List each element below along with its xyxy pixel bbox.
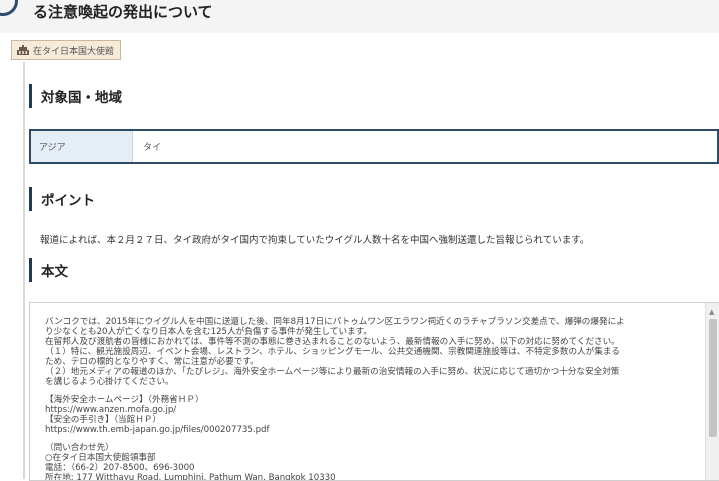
- title-circle-icon: [0, 0, 18, 16]
- building-icon: [16, 44, 30, 56]
- body-heading: 本文: [29, 258, 68, 282]
- point-text: 報道によれば、本２月２７日、タイ政府がタイ国内で拘束していたウイグル人数十名を中…: [40, 235, 590, 246]
- region-key: アジア: [31, 131, 132, 162]
- region-value: タイ: [132, 131, 717, 162]
- body-heading-text: 本文: [41, 264, 68, 280]
- body-line: （問い合わせ先）: [45, 443, 114, 453]
- heading-bar: [29, 258, 32, 282]
- body-line: を講じるよう心掛けてください。: [45, 377, 174, 387]
- region-table: アジア タイ: [29, 129, 719, 164]
- point-heading-text: ポイント: [41, 193, 95, 209]
- body-text-box[interactable]: バンコクでは、2015年にウイグル人を中国に送還した後、同年8月17日にパトゥム…: [29, 302, 719, 481]
- body-line: https://www.th.emb-japan.go.jp/files/000…: [45, 425, 270, 435]
- body-line: 【安全の手引き】（当館ＨＰ）: [45, 415, 162, 425]
- scroll-thumb[interactable]: [709, 319, 717, 437]
- left-divider: [23, 62, 25, 479]
- target-region-heading-text: 対象国・地域: [41, 90, 122, 106]
- body-line: ○在タイ日本国大使館領事部: [45, 453, 156, 463]
- page-title: る注意喚起の発出について: [33, 3, 213, 21]
- body-text: バンコクでは、2015年にウイグル人を中国に送還した後、同年8月17日にパトゥム…: [45, 317, 690, 481]
- body-line: 所在地: 177 Witthayu Road, Lumphini, Pathum…: [45, 473, 336, 481]
- heading-bar: [29, 187, 32, 211]
- scroll-up-arrow-icon[interactable]: ▲: [709, 309, 714, 316]
- body-line: バンコクでは、2015年にウイグル人を中国に送還した後、同年8月17日にパトゥム…: [45, 317, 625, 327]
- body-line: ため、テロの標的となりやすく、常に注意が必要です。: [45, 357, 259, 367]
- body-line: り少なくとも20人が亡くなり日本人を含む125人が負傷する事件が発生しています。: [45, 327, 373, 337]
- page-title-bar: る注意喚起の発出について: [0, 0, 719, 33]
- heading-bar: [29, 84, 32, 108]
- body-line: 在留邦人及び渡航者の皆様におかれては、事件等不測の事態に巻き込まれることのないよ…: [45, 337, 620, 347]
- point-heading: ポイント: [29, 187, 95, 211]
- body-line: 【海外安全ホームページ】（外務省ＨＰ）: [45, 395, 204, 405]
- body-line: https://www.anzen.mofa.go.jp/: [45, 405, 177, 415]
- body-line: 電話：（66-2）207-8500、696-3000: [45, 463, 195, 473]
- embassy-label: 在タイ日本国大使館: [33, 46, 115, 57]
- embassy-tag[interactable]: 在タイ日本国大使館: [11, 40, 122, 60]
- body-line: （２）地元メディアの報道のほか、「たびレジ」、海外安全ホームページ等により最新の…: [45, 367, 620, 377]
- target-region-heading: 対象国・地域: [29, 84, 122, 108]
- body-line: （１）特に、観光施設周辺、イベント会場、レストラン、ホテル、ショッピングモール、…: [45, 347, 621, 357]
- body-scrollbar[interactable]: ▲: [705, 303, 719, 480]
